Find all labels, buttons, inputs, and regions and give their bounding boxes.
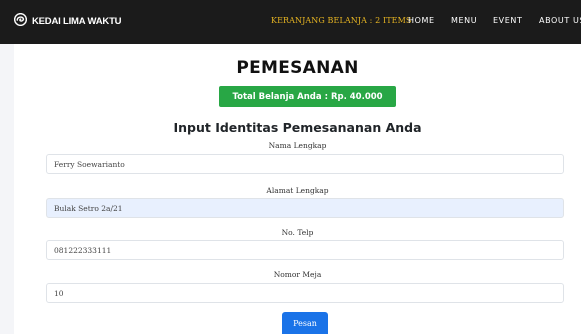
nav-home[interactable]: HOME — [408, 16, 435, 25]
telp-input[interactable] — [46, 240, 564, 260]
swirl-logo-icon — [13, 12, 32, 29]
pesan-button[interactable]: Pesan — [282, 312, 328, 334]
cart-link[interactable]: KERANJANG BELANJA : 2 ITEMS — [271, 16, 411, 25]
brand-link[interactable]: KEDAI LIMA WAKTU — [13, 12, 122, 29]
nav-event[interactable]: EVENT — [493, 16, 522, 25]
brand-name: KEDAI LIMA WAKTU — [32, 15, 122, 27]
form-heading: Input Identitas Pemesananan Anda — [173, 120, 422, 135]
top-navbar: KEDAI LIMA WAKTU KERANJANG BELANJA : 2 I… — [0, 0, 581, 44]
nav-about-us[interactable]: ABOUT US — [539, 16, 581, 25]
alamat-label: Alamat Lengkap — [266, 186, 329, 195]
page-title: PEMESANAN — [236, 58, 359, 78]
meja-input[interactable] — [46, 283, 564, 303]
nama-input[interactable] — [46, 154, 564, 174]
nav-menu[interactable]: MENU — [451, 16, 477, 25]
alamat-input[interactable] — [46, 198, 564, 218]
order-form-card: PEMESANAN Total Belanja Anda : Rp. 40.00… — [14, 44, 581, 334]
telp-label: No. Telp — [281, 228, 314, 237]
nama-label: Nama Lengkap — [268, 141, 327, 150]
meja-label: Nomor Meja — [273, 270, 322, 279]
total-badge: Total Belanja Anda : Rp. 40.000 — [219, 86, 396, 107]
